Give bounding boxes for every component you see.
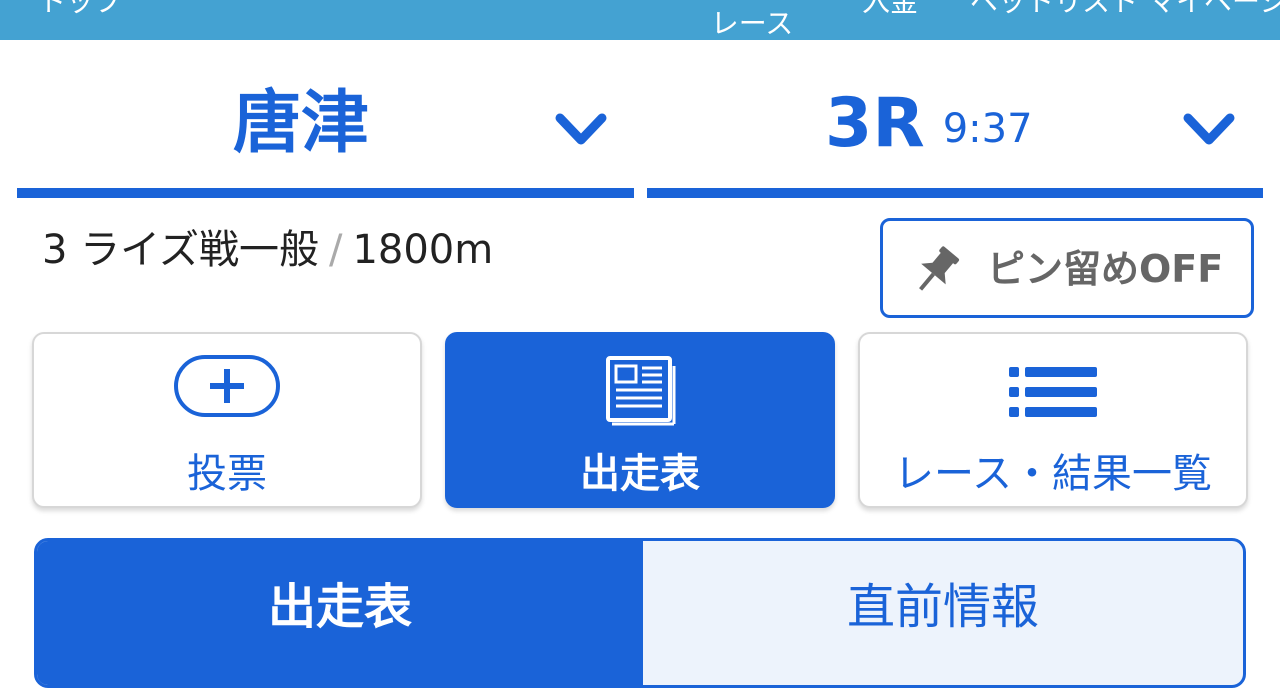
race-distance: 1800m	[352, 227, 494, 273]
nav-race-link[interactable]: ー・ レース	[706, 0, 798, 38]
venue-name: 唐津	[233, 84, 370, 163]
plus-icon	[174, 355, 280, 417]
top-nav-bar: トップ ー・ レース 入金 ベットリスト マイページ	[0, 0, 1280, 40]
entry-table-tile-label: 出走表	[580, 451, 700, 497]
race-number: 3R	[825, 84, 925, 163]
nav-race-line2: レース	[710, 7, 794, 40]
venue-selector[interactable]: 唐津	[17, 70, 634, 198]
newspaper-icon	[606, 356, 676, 426]
race-time: 9:37	[942, 106, 1033, 152]
list-icon	[1009, 367, 1097, 417]
segment-tabs: 出走表 直前情報	[34, 538, 1246, 688]
nav-top-link[interactable]: トップ	[38, 0, 122, 16]
vote-tile-button[interactable]: 投票	[32, 332, 422, 508]
entry-table-tile-button[interactable]: 出走表	[445, 332, 835, 508]
tab-entry-table[interactable]: 出走表	[37, 541, 643, 685]
pin-toggle-button[interactable]: ピン留めOFF	[880, 218, 1254, 318]
race-info-separator: /	[328, 227, 343, 273]
race-selector[interactable]: 3R 9:37	[647, 70, 1263, 198]
nav-deposit-link[interactable]: 入金	[862, 0, 918, 16]
pin-toggle-label: ピン留めOFF	[987, 247, 1224, 291]
nav-mypage-link[interactable]: マイページ	[1148, 0, 1280, 16]
race-info: 3 ライズ戦一般/1800m	[42, 226, 493, 274]
pin-icon	[919, 246, 960, 291]
vote-tile-label: 投票	[187, 451, 267, 497]
chevron-down-icon	[1183, 113, 1235, 145]
race-class: 3 ライズ戦一般	[42, 227, 319, 273]
nav-betlist-link[interactable]: ベットリスト	[970, 0, 1138, 16]
race-results-tile-button[interactable]: レース・結果一覧	[858, 332, 1248, 508]
nav-race-line1: ー・	[706, 0, 798, 4]
tab-pre-race-info[interactable]: 直前情報	[643, 541, 1243, 685]
race-results-tile-label: レース・結果一覧	[894, 451, 1212, 497]
chevron-down-icon	[555, 113, 607, 145]
race-label: 3R 9:37	[825, 90, 1033, 163]
